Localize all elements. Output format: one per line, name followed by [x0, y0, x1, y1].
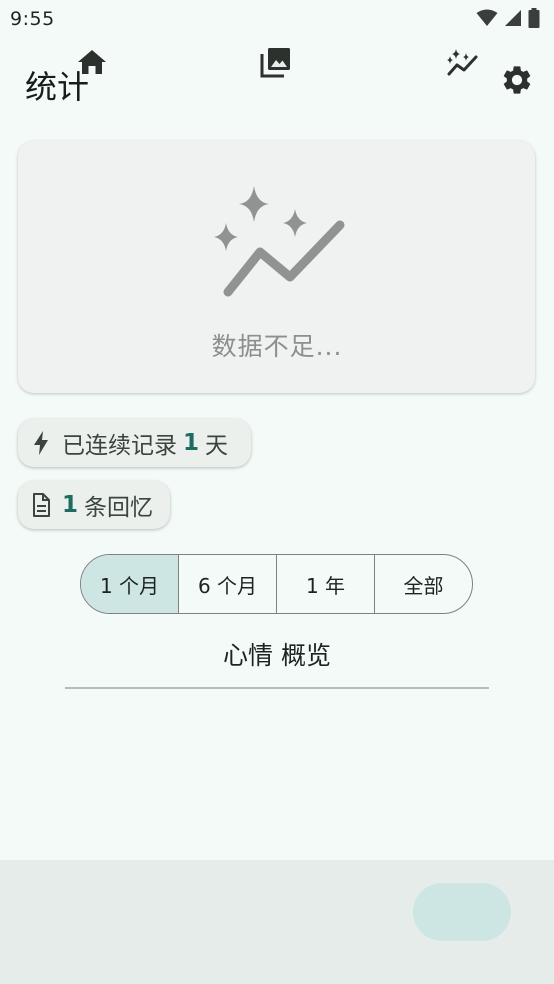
range-option-all[interactable]: 全部: [375, 555, 472, 613]
nav-stats[interactable]: [370, 0, 554, 124]
nav-active-indicator: [413, 883, 511, 941]
insights-icon: [447, 49, 478, 76]
range-option-6-months[interactable]: 6 个月: [179, 555, 277, 613]
sparkle-trend-icon: [214, 186, 345, 297]
range-selector: 1 个月 6 个月 1 年 全部: [80, 554, 473, 614]
range-option-1-month[interactable]: 1 个月: [81, 555, 179, 613]
nav-gallery[interactable]: [184, 0, 368, 124]
home-icon: [78, 50, 106, 74]
bolt-icon: [30, 431, 52, 455]
document-icon: [30, 493, 52, 517]
memories-count: 1: [62, 492, 79, 518]
mood-overview-title: 心情 概览: [223, 641, 331, 670]
streak-suffix: 天: [205, 433, 229, 459]
memories-suffix: 条回忆: [84, 495, 154, 521]
empty-state-message: 数据不足...: [211, 332, 343, 361]
streak-prefix: 已连续记录: [62, 433, 177, 459]
range-option-1-year[interactable]: 1 年: [277, 555, 375, 613]
streak-count: 1: [183, 430, 200, 456]
memories-chip: 1 条回忆: [18, 481, 170, 529]
streak-chip: 已连续记录 1 天: [18, 419, 251, 467]
nav-home[interactable]: [0, 0, 184, 124]
gallery-icon: [260, 48, 290, 78]
divider: [65, 687, 489, 689]
